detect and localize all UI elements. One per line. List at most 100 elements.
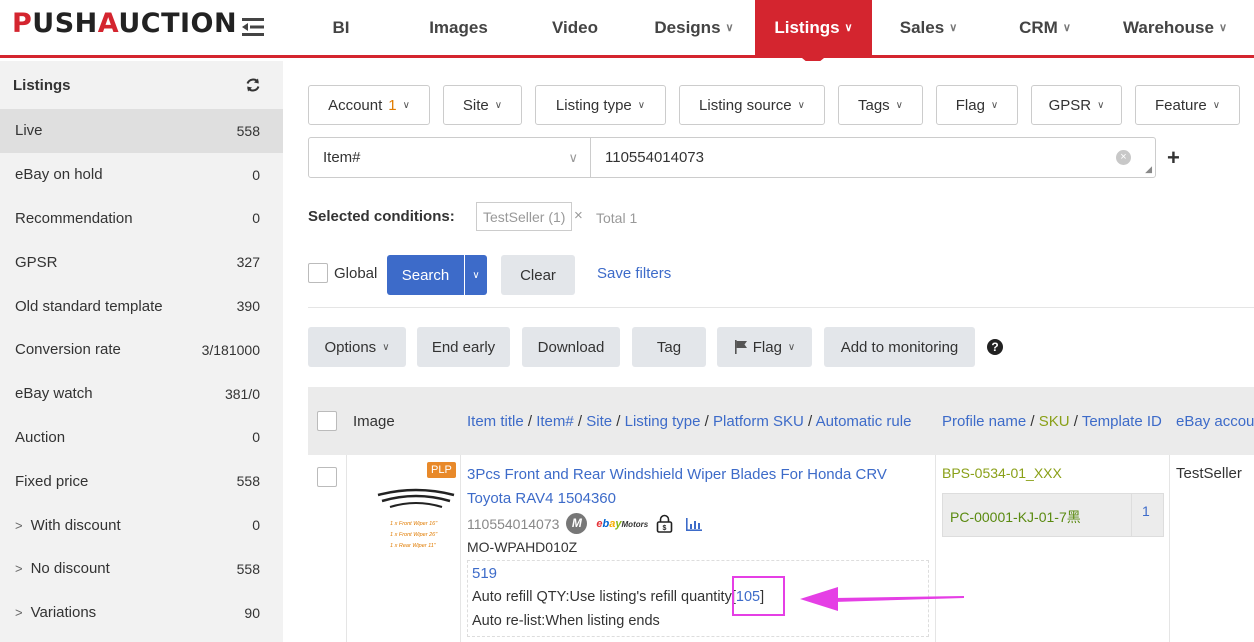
main-nav: BI Images Video Designs ∨ Listings ∨ Sales… (282, 0, 1245, 55)
item-id-row: 110554014073 M ebayMotors $ (467, 513, 703, 534)
tag-button[interactable]: Tag (632, 327, 706, 367)
sku-quantity-link[interactable]: 1 (1142, 503, 1150, 519)
filter-listing-type[interactable]: Listing type ∨ (535, 85, 666, 125)
row-checkbox[interactable] (317, 467, 337, 487)
end-early-button[interactable]: End early (417, 327, 510, 367)
add-condition-icon[interactable]: + (1167, 145, 1180, 171)
sidebar-item-count: 558 (236, 560, 260, 577)
product-thumbnail[interactable]: 1 x Front Wiper 16" 1 x Front Wiper 26" … (376, 487, 456, 557)
filter-tags[interactable]: Tags ∨ (838, 85, 923, 125)
remove-condition-icon[interactable]: × (574, 207, 583, 224)
nav-designs[interactable]: Designs ∨ (633, 0, 755, 55)
nav-video[interactable]: Video (517, 0, 633, 55)
sidebar-item-with-discount[interactable]: > With discount 0 (0, 503, 283, 547)
search-row: Item# ∨ 110554014073 × ◢ (308, 137, 1156, 178)
quantity-link[interactable]: 519 (472, 565, 497, 582)
search-field-select[interactable]: Item# ∨ (309, 138, 591, 177)
sort-profile-name[interactable]: Profile name (942, 413, 1026, 430)
search-input[interactable]: 110554014073 (591, 138, 1155, 177)
sidebar-item-recommendation[interactable]: Recommendation 0 (0, 197, 283, 241)
sort-sku[interactable]: SKU (1039, 413, 1070, 430)
sidebar-item-conversion-rate[interactable]: Conversion rate 3/181000 (0, 328, 283, 372)
global-checkbox[interactable] (308, 263, 328, 283)
select-all-checkbox[interactable] (317, 411, 337, 431)
chevron-down-icon: ∨ (990, 99, 999, 111)
column-profile: Profile name / SKU / Template ID (942, 413, 1162, 430)
lock-icon[interactable]: $ (656, 514, 673, 533)
sidebar-item-count: 90 (244, 604, 260, 621)
search-dropdown-button[interactable]: ∨ (465, 255, 487, 295)
nav-images[interactable]: Images (400, 0, 517, 55)
chevron-down-icon: ∨ (844, 22, 853, 34)
item-id[interactable]: 110554014073 (467, 516, 559, 532)
sidebar-item-old-standard-template[interactable]: Old standard template 390 (0, 284, 283, 328)
highlight-box (732, 576, 785, 616)
bar-chart-icon[interactable] (685, 516, 703, 532)
auto-relist-text: Auto re-list:When listing ends (472, 613, 660, 629)
sidebar-item-fixed-price[interactable]: Fixed price 558 (0, 459, 283, 503)
brand-logo[interactable]: PUSHAUCTION (12, 8, 237, 39)
refresh-icon[interactable] (245, 77, 261, 93)
sidebar-item-gpsr[interactable]: GPSR 327 (0, 240, 283, 284)
annotation-arrow-icon (800, 587, 964, 611)
thumb-line-2: 1 x Front Wiper 26" (390, 532, 438, 538)
chevron-down-icon: ∨ (1062, 22, 1071, 34)
condition-tag: TestSeller (1) (476, 202, 573, 231)
add-to-monitoring-button[interactable]: Add to monitoring (824, 327, 975, 367)
sort-listing-type[interactable]: Listing type (625, 413, 701, 430)
platform-sku: MO-WPAHD010Z (467, 539, 578, 555)
column-item-title: Item title / Item# / Site / Listing type… (467, 413, 912, 430)
chevron-down-icon: ∨ (637, 99, 646, 111)
sidebar-item-variations[interactable]: > Variations 90 (0, 591, 283, 635)
sidebar-item-label: Live (15, 122, 43, 140)
sort-item-number[interactable]: Item# (536, 413, 574, 430)
menu-collapse-icon[interactable] (240, 14, 266, 40)
sidebar-item-auction[interactable]: Auction 0 (0, 416, 283, 460)
flag-button[interactable]: Flag ∨ (717, 327, 812, 367)
divider (346, 455, 347, 642)
filter-site[interactable]: Site ∨ (443, 85, 522, 125)
column-ebay-account[interactable]: eBay accou (1176, 413, 1254, 430)
column-image: Image (353, 413, 395, 430)
nav-listings[interactable]: Listings ∨ (755, 0, 872, 55)
sidebar-item-live[interactable]: Live 558 (0, 109, 283, 153)
nav-bi[interactable]: BI (282, 0, 400, 55)
nav-crm[interactable]: CRM ∨ (985, 0, 1105, 55)
item-title-link[interactable]: 3Pcs Front and Rear Windshield Wiper Bla… (467, 463, 932, 511)
options-button[interactable]: Options ∨ (308, 327, 406, 367)
filter-flag[interactable]: Flag ∨ (936, 85, 1018, 125)
nav-sales[interactable]: Sales ∨ (872, 0, 985, 55)
selected-conditions-label: Selected conditions: (308, 208, 455, 225)
filter-gpsr[interactable]: GPSR ∨ (1031, 85, 1122, 125)
filter-account[interactable]: Account 1 ∨ (308, 85, 430, 125)
chevron-right-icon: > (15, 517, 23, 533)
motors-m-icon: M (566, 513, 588, 534)
download-button[interactable]: Download (522, 327, 620, 367)
sidebar-item-label: eBay on hold (15, 166, 103, 184)
sidebar-item-label: Conversion rate (15, 341, 121, 359)
nav-warehouse[interactable]: Warehouse ∨ (1105, 0, 1245, 55)
resize-handle-icon[interactable]: ◢ (1145, 164, 1152, 175)
sidebar-item-label: Auction (15, 428, 66, 446)
sort-platform-sku[interactable]: Platform SKU (713, 413, 804, 430)
sidebar-item-ebay-on-hold[interactable]: eBay on hold 0 (0, 153, 283, 197)
filter-listing-source[interactable]: Listing source ∨ (679, 85, 825, 125)
clear-button[interactable]: Clear (501, 255, 575, 295)
sort-item-title[interactable]: Item title (467, 413, 524, 430)
sidebar-item-ebay-watch[interactable]: eBay watch 381/0 (0, 372, 283, 416)
filter-feature[interactable]: Feature ∨ (1135, 85, 1240, 125)
save-filters-link[interactable]: Save filters (597, 265, 671, 282)
sort-automatic-rule[interactable]: Automatic rule (816, 413, 912, 430)
clear-input-icon[interactable]: × (1116, 150, 1131, 165)
sidebar-item-no-discount[interactable]: > No discount 558 (0, 547, 283, 591)
flag-icon (734, 340, 747, 354)
sort-site[interactable]: Site (586, 413, 612, 430)
sidebar-item-count: 0 (252, 210, 260, 227)
ebay-motors-logo: ebayMotors (596, 517, 649, 530)
chevron-right-icon: > (15, 605, 23, 621)
search-button[interactable]: Search (387, 255, 464, 295)
sort-template-id[interactable]: Template ID (1082, 413, 1162, 430)
sidebar-item-count: 558 (236, 473, 260, 490)
plp-badge: PLP (427, 462, 456, 478)
help-icon[interactable]: ? (987, 339, 1003, 355)
